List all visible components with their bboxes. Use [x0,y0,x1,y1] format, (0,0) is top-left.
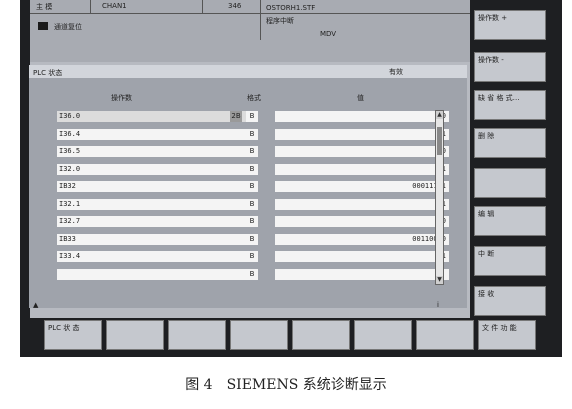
vertical-softkey-1[interactable]: 操作数 + [474,10,546,40]
table-row[interactable]: I32.0B 1 [29,163,467,177]
format-cell[interactable]: B [246,233,258,245]
format-cell[interactable]: B [246,128,258,140]
vertical-softkey-8[interactable]: 接 收 [474,286,546,316]
program-state: 程序中断 [266,17,294,25]
format-cell[interactable]: B [246,181,258,192]
operand-cell[interactable]: I32.7 [57,216,255,227]
mode-code: MDV [320,30,337,38]
vertical-softkey-3[interactable]: 缺 省 格 式… [474,90,546,120]
figure-caption: 图 4 SIEMENS 系统诊断显示 [185,377,387,393]
operand-cell[interactable] [57,268,255,280]
column-header-value: 值 [357,94,364,102]
value-cell: 1 [275,198,449,210]
operand-cell[interactable]: I32.0 [57,163,255,175]
scroll-down-arrow-icon[interactable]: ▼ [436,276,443,284]
table-row[interactable]: IB33 B 00110000 [29,233,467,247]
vertical-softkey-6[interactable]: 编 辑 [474,206,546,236]
table-scrollbar[interactable]: ▲ ▼ [435,110,444,285]
scroll-thumb[interactable] [437,127,442,155]
format-cell[interactable]: B [246,111,258,122]
status-header: 主 模 CHAN1 346 OSTORH1.STF 通道复位 程序中断 MDV [30,0,470,62]
channel-status-indicator [38,22,48,30]
channel-status: 通道复位 [54,23,82,31]
format-cell[interactable]: B [246,163,258,175]
operand-cell[interactable]: IB32 [57,181,255,192]
valid-label: 有效 [389,68,403,76]
plc-status-window: PLC 状态 有效 操作数 格式 值 I36.0B02BI36.4B1I36.5… [29,65,467,309]
window-title: PLC 状态 [33,69,63,77]
horizontal-softkey-1[interactable]: PLC 状 态 [44,320,102,350]
vertical-softkey-4[interactable]: 删 除 [474,128,546,158]
scroll-up-indicator: ▲ [33,301,39,309]
value-cell: 0 [275,146,449,157]
vertical-softkey-5[interactable] [474,168,546,198]
format-cell[interactable]: B [246,216,258,227]
operand-cell[interactable]: IB33 [57,233,255,245]
horizontal-softkey-2[interactable] [106,320,164,350]
value-cell: 0 [275,216,449,227]
channel-name: CHAN1 [102,2,127,10]
table-row[interactable]: I36.0B 0 2B [29,111,467,124]
horizontal-softkey-7[interactable] [416,320,474,350]
vertical-softkey-2[interactable]: 操作数 - [474,52,546,82]
vertical-softkey-7[interactable]: 中 断 [474,246,546,276]
format-cell[interactable]: B [246,251,258,262]
format-cell[interactable]: B [246,268,258,280]
horizontal-softkey-3[interactable] [168,320,226,350]
horizontal-softkey-5[interactable] [292,320,350,350]
column-header-format: 格式 [247,94,261,102]
value-cell: 00011111 [275,181,449,192]
window-title-bar: PLC 状态 有效 [29,65,467,78]
table-row[interactable]: I33.4B 1 [29,251,467,264]
operand-cell[interactable]: I36.4 [57,128,255,140]
program-file: OSTORH1.STF [266,4,316,12]
table-row[interactable]: IB32 B 00011111 [29,181,467,194]
table-row[interactable]: I36.5B 0 [29,146,467,159]
value-cell: 1 [275,251,449,262]
program-number: 346 [228,2,242,10]
format-cell[interactable]: B [246,146,258,157]
mode-label: 主 模 [36,3,53,11]
column-header-operand: 操作数 [111,94,132,102]
format-cell[interactable]: B [246,198,258,210]
value-cell: 00110000 [275,233,449,245]
table-row[interactable]: B [29,268,467,282]
value-cell: 1 [275,128,449,140]
horizontal-softkey-8[interactable]: 文 件 功 能 [478,320,536,350]
table-row[interactable]: I36.4B 1 [29,128,467,142]
scroll-up-arrow-icon[interactable]: ▲ [436,111,443,119]
value-cell: 1 [275,163,449,175]
operand-cell[interactable]: I33.4 [57,251,255,262]
operand-cell[interactable]: I32.1 [57,198,255,210]
format-selector[interactable]: 2B [230,111,242,122]
table-row[interactable]: I32.7B 0 [29,216,467,229]
value-cell: 0 [275,111,449,122]
table-row[interactable]: I32.1B 1 [29,198,467,212]
value-cell [275,268,449,280]
operand-cell[interactable]: I36.5 [57,146,255,157]
horizontal-softkey-6[interactable] [354,320,412,350]
horizontal-softkey-4[interactable] [230,320,288,350]
page-indicator: i [437,301,439,309]
operand-cell[interactable]: I36.0 [57,111,255,122]
